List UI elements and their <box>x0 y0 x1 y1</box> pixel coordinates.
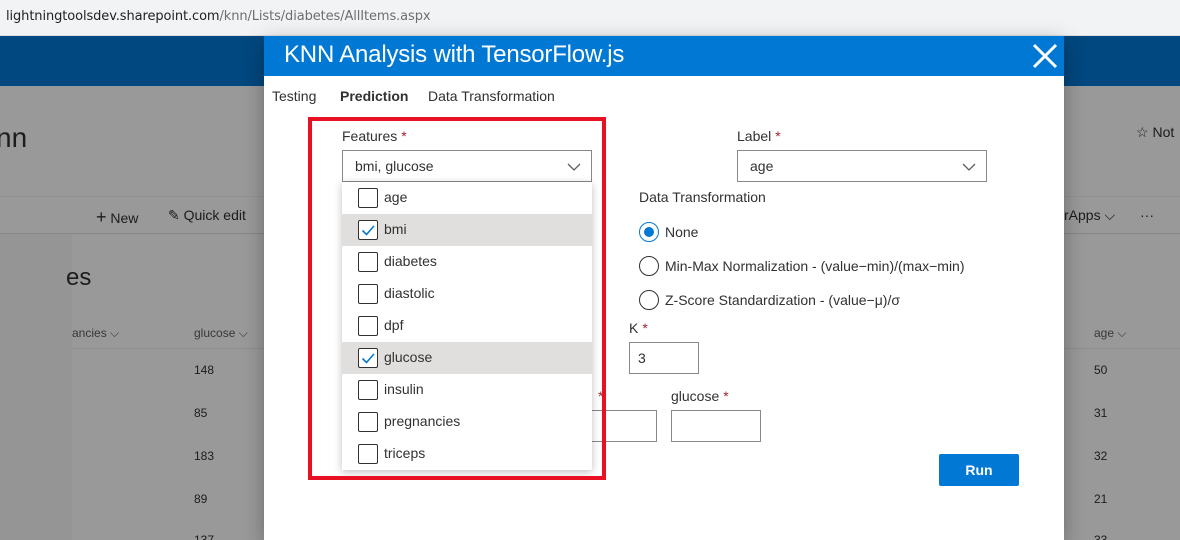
k-label: K * <box>629 320 648 336</box>
radio-min-max-label[interactable]: Min-Max Normalization - (value−min)/(max… <box>665 258 965 274</box>
chevron-down-icon <box>962 163 976 171</box>
radio-none-label[interactable]: None <box>665 224 698 240</box>
label-dropdown[interactable]: age <box>737 150 987 182</box>
label-dropdown-value: age <box>750 158 774 174</box>
radio-dot <box>644 227 654 237</box>
url-text[interactable]: lightningtoolsdev.sharepoint.com/knn/Lis… <box>6 9 431 24</box>
browser-address-bar[interactable]: lightningtoolsdev.sharepoint.com/knn/Lis… <box>0 0 1180 36</box>
run-button[interactable]: Run <box>939 454 1019 486</box>
glucose-input-label: glucose * <box>671 388 729 404</box>
required-mark: * <box>775 128 781 144</box>
url-path: /knn/Lists/diabetes/AllItems.aspx <box>219 9 431 24</box>
url-host: lightningtoolsdev.sharepoint.com <box>6 9 220 24</box>
dialog-title: KNN Analysis with TensorFlow.js <box>284 41 625 68</box>
label-field-label-text: Label <box>737 128 772 144</box>
tab-data-transformation[interactable]: Data Transformation <box>428 88 555 104</box>
k-label-text: K <box>629 320 639 336</box>
required-mark: * <box>723 388 729 404</box>
radio-z-score[interactable] <box>639 290 659 310</box>
highlight-annotation <box>308 117 606 480</box>
dialog-header: KNN Analysis with TensorFlow.js <box>264 36 1064 76</box>
glucose-input[interactable] <box>671 410 761 442</box>
radio-none[interactable] <box>639 222 659 242</box>
k-input[interactable]: 3 <box>629 342 699 374</box>
tab-testing[interactable]: Testing <box>272 88 316 104</box>
knn-dialog: KNN Analysis with TensorFlow.js Testing … <box>264 36 1064 540</box>
transformation-label: Data Transformation <box>639 189 766 205</box>
tab-prediction[interactable]: Prediction <box>340 88 408 104</box>
label-field-label: Label * <box>737 128 781 144</box>
radio-z-score-label[interactable]: Z-Score Standardization - (value−μ)/σ <box>665 292 900 308</box>
radio-min-max[interactable] <box>639 256 659 276</box>
required-mark: * <box>642 320 648 336</box>
close-icon[interactable] <box>1029 40 1061 72</box>
glucose-input-label-text: glucose <box>671 388 720 404</box>
